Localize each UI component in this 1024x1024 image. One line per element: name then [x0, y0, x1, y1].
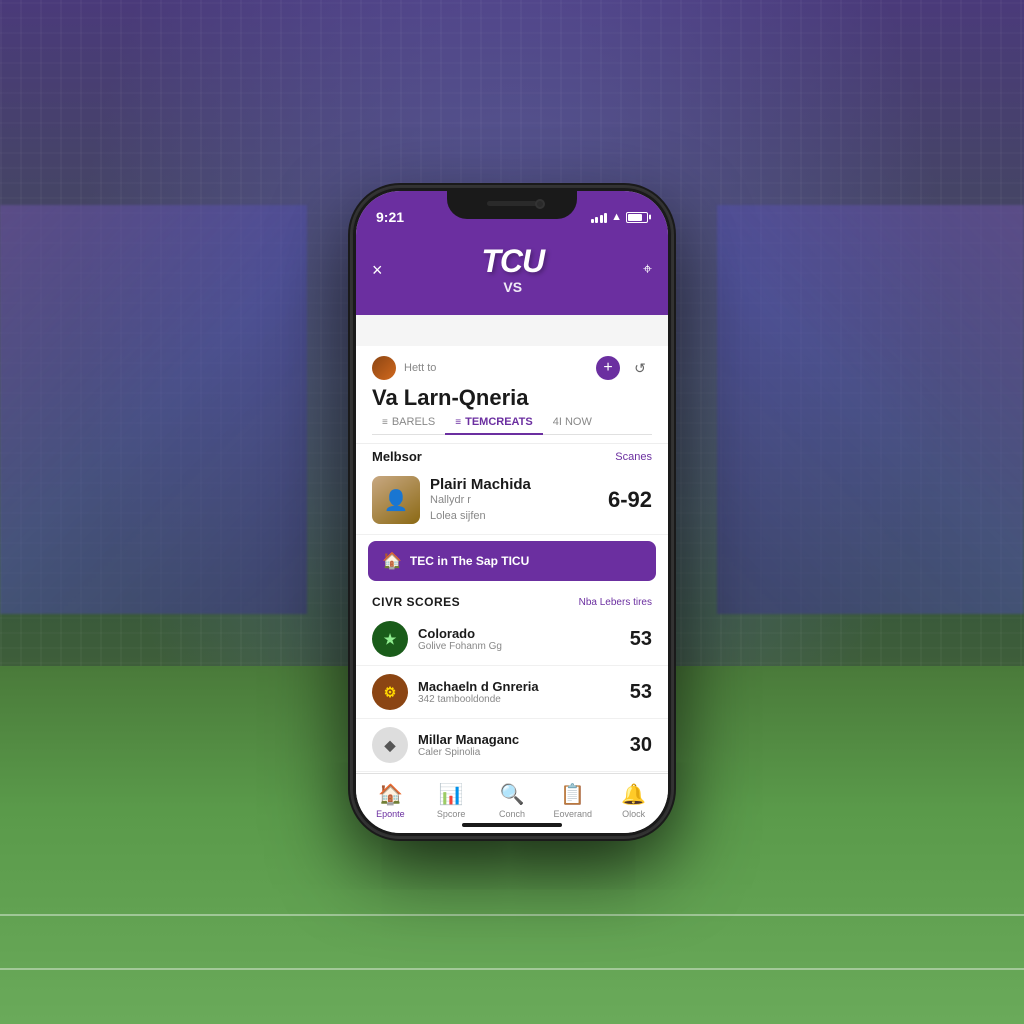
score-item-millar[interactable]: ◆ Millar Managanc Caler Spinolia 30: [356, 719, 668, 772]
machaeln-name: Machaeln d Gnreria: [418, 679, 620, 694]
notch-camera: [535, 199, 545, 209]
notch: [447, 191, 577, 219]
tab-now[interactable]: 4I NOW: [543, 410, 602, 434]
main-title: Va Larn-Qneria: [372, 386, 652, 410]
player-score: 6-92: [608, 487, 652, 513]
tab-barels[interactable]: ≡ BARELS: [372, 410, 445, 434]
tab-barels-icon: ≡: [382, 417, 388, 428]
field-line-1: [0, 914, 1024, 916]
field-line-2: [0, 968, 1024, 970]
wifi-icon: ▲: [611, 211, 622, 223]
player-card[interactable]: 👤 Plairi Machida Nallydr r Lolea sijfen …: [356, 468, 668, 535]
scores-section: CIVR SCORES Nba Lebers tires ★ Colorado …: [356, 587, 668, 773]
machaeln-score: 53: [630, 681, 652, 704]
millar-score: 30: [630, 734, 652, 757]
nav-label-eoverand: Eoverand: [554, 809, 593, 819]
signal-bar-1: [591, 219, 594, 223]
signal-bars: [591, 211, 608, 223]
colorado-detail: Golive Fohanm Gg: [418, 641, 620, 652]
close-button[interactable]: ×: [372, 260, 383, 281]
millar-logo: ◆: [372, 727, 408, 763]
phone-frame: 9:21 ▲ ×: [352, 187, 672, 837]
machaeln-detail: 342 tambooldonde: [418, 694, 620, 705]
nav-icon-conch: 🔍: [500, 782, 525, 807]
crowd-left: [0, 205, 307, 615]
promo-banner[interactable]: 🏠 TEC in The Sap TICU: [368, 541, 656, 581]
player-info: Plairi Machida Nallydr r Lolea sijfen: [430, 476, 598, 524]
vs-label: VS: [481, 279, 544, 295]
nav-label-olock: Olock: [622, 809, 645, 819]
refresh-button[interactable]: ↺: [628, 356, 652, 380]
player-name: Plairi Machida: [430, 476, 598, 493]
tab-now-label: 4I NOW: [553, 416, 592, 428]
signal-bar-3: [600, 215, 603, 223]
tab-temcreats-icon: ≡: [455, 417, 461, 428]
millar-name: Millar Managanc: [418, 732, 620, 747]
tab-temcreats-label: TEMCREATS: [465, 416, 533, 428]
player-avatar: 👤: [372, 476, 420, 524]
phone-screen: 9:21 ▲ ×: [356, 191, 668, 833]
header-right-icon[interactable]: ⌖: [643, 261, 652, 279]
crowd-right: [717, 205, 1024, 615]
phone-wrapper: 9:21 ▲ ×: [352, 187, 672, 837]
millar-info: Millar Managanc Caler Spinolia: [418, 732, 620, 758]
banner-icon: 🏠: [382, 551, 402, 571]
scores-title: CIVR SCORES: [372, 595, 460, 609]
nav-item-conch[interactable]: 🔍 Conch: [482, 782, 543, 819]
tab-temcreats[interactable]: ≡ TEMCREATS: [445, 410, 542, 434]
header-area: × TCU VS ⌖: [356, 235, 668, 315]
nav-item-olock[interactable]: 🔔 Olock: [603, 782, 664, 819]
members-title: Melbsor: [372, 449, 422, 464]
score-item-colorado[interactable]: ★ Colorado Golive Fohanm Gg 53: [356, 613, 668, 666]
nav-icon-olock: 🔔: [621, 782, 646, 807]
nav-icon-spcore: 📊: [439, 782, 464, 807]
machaeln-logo: ⚙: [372, 674, 408, 710]
header-top-row: × TCU VS ⌖: [372, 245, 652, 295]
signal-bar-2: [595, 217, 598, 223]
scores-link[interactable]: Nba Lebers tires: [579, 597, 652, 608]
player-avatar-image: 👤: [372, 476, 420, 524]
tcu-logo-area: TCU VS: [481, 245, 544, 295]
battery-tip: [649, 215, 651, 220]
nav-label-conch: Conch: [499, 809, 525, 819]
status-time: 9:21: [376, 209, 404, 225]
tabs-row: ≡ BARELS ≡ TEMCREATS 4I NOW: [372, 410, 652, 435]
nav-item-eponte[interactable]: 🏠 Eponte: [360, 782, 421, 819]
header-subtitle: Hett to: [404, 362, 436, 374]
millar-detail: Caler Spinolia: [418, 747, 620, 758]
player-detail-1: Nallydr r: [430, 493, 598, 508]
tab-barels-label: BARELS: [392, 416, 435, 428]
team-name-tcu: TCU: [481, 245, 544, 277]
nav-icon-eoverand: 📋: [560, 782, 585, 807]
nav-label-spcore: Spcore: [437, 809, 466, 819]
score-item-machaeln[interactable]: ⚙ Machaeln d Gnreria 342 tambooldonde 53: [356, 666, 668, 719]
machaeln-info: Machaeln d Gnreria 342 tambooldonde: [418, 679, 620, 705]
avatar-small: [372, 356, 396, 380]
sub-header-row: Hett to + ↺: [372, 356, 652, 380]
plus-button[interactable]: +: [596, 356, 620, 380]
notch-speaker: [487, 201, 537, 206]
nav-item-spcore[interactable]: 📊 Spcore: [421, 782, 482, 819]
home-indicator: [462, 823, 562, 827]
nav-label-eponte: Eponte: [376, 809, 405, 819]
nav-item-eoverand[interactable]: 📋 Eoverand: [542, 782, 603, 819]
colorado-info: Colorado Golive Fohanm Gg: [418, 626, 620, 652]
banner-text: TEC in The Sap TICU: [410, 554, 529, 568]
signal-bar-4: [604, 213, 607, 223]
status-icons: ▲: [591, 211, 648, 223]
sub-header: Hett to + ↺ Va Larn-Qneria ≡ BARELS ≡ TE…: [356, 346, 668, 444]
content-area: Melbsor Scanes 👤 Plairi Machida Nallydr …: [356, 439, 668, 773]
colorado-logo: ★: [372, 621, 408, 657]
members-link[interactable]: Scanes: [615, 451, 652, 463]
battery-fill: [628, 214, 642, 221]
scores-header: CIVR SCORES Nba Lebers tires: [356, 587, 668, 613]
player-detail-2: Lolea sijfen: [430, 509, 598, 524]
colorado-name: Colorado: [418, 626, 620, 641]
colorado-score: 53: [630, 628, 652, 651]
battery-icon: [626, 212, 648, 223]
nav-icon-eponte: 🏠: [378, 782, 403, 807]
